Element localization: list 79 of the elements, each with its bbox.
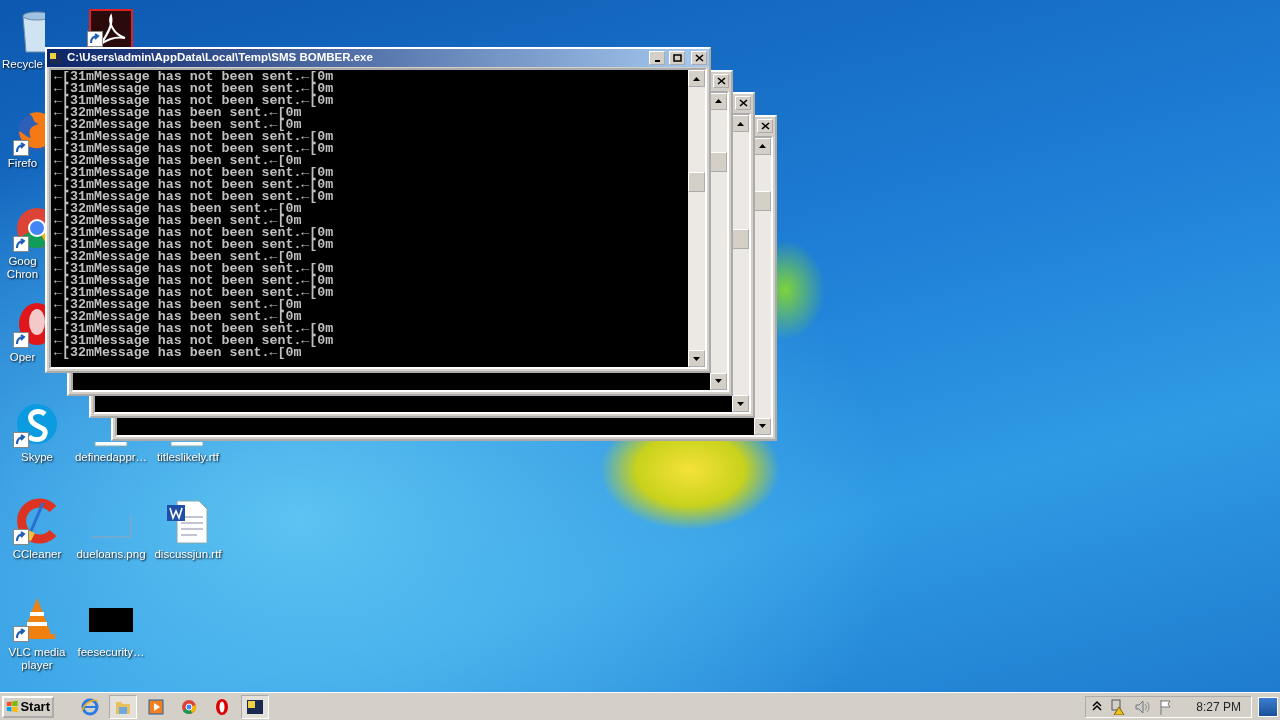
close-button[interactable] — [713, 73, 729, 88]
opera-icon — [213, 697, 231, 716]
icon-label[interactable]: player — [21, 659, 53, 672]
console-line: ←[31mMessage has not been sent.←[0m — [54, 71, 335, 83]
up-arrow-icon — [693, 76, 700, 81]
close-button[interactable] — [691, 51, 707, 65]
clock[interactable]: 8:27 PM — [1196, 697, 1241, 716]
chrome-icon — [180, 697, 198, 716]
windows-flag-icon — [6, 699, 19, 714]
scrollbar[interactable] — [688, 70, 705, 367]
icon-label[interactable]: Chron — [6, 268, 39, 281]
console-line: ←[32mMessage has been sent.←[0m — [54, 299, 302, 311]
icon-label[interactable]: Recycle — [2, 58, 43, 71]
scroll-down-button[interactable] — [710, 372, 727, 390]
console-line: ←[32mMessage has been sent.←[0m — [54, 311, 302, 323]
console-line: ←[31mMessage has not been sent.←[0m — [54, 323, 335, 335]
speaker-icon[interactable] — [1134, 698, 1151, 715]
pdf-document-icon[interactable] — [87, 8, 135, 47]
close-icon — [716, 76, 726, 85]
console-line: ←[32mMessage has been sent.←[0m — [54, 215, 302, 227]
console-app-icon — [49, 51, 63, 65]
maximize-icon — [672, 54, 682, 62]
console-line: ←[31mMessage has not been sent.←[0m — [54, 143, 335, 155]
console-line: ←[32mMessage has been sent.←[0m — [54, 251, 302, 263]
down-arrow-icon — [693, 356, 700, 361]
scroll-down-button[interactable] — [732, 395, 749, 412]
icon-label[interactable]: Goog — [8, 255, 37, 268]
close-icon — [738, 99, 748, 107]
console-app-icon — [246, 697, 264, 716]
icon-label[interactable]: titleslikely.rtf — [157, 451, 219, 464]
minimize-button[interactable] — [649, 51, 665, 65]
play-icon — [147, 697, 165, 716]
icon-label[interactable]: dueloans.png — [76, 548, 146, 561]
console-line: ←[31mMessage has not been sent.←[0m — [54, 227, 335, 239]
console-line: ←[31mMessage has not been sent.←[0m — [54, 131, 335, 143]
scroll-up-button[interactable] — [688, 70, 705, 87]
console-line: ←[32mMessage has been sent.←[0m — [54, 107, 302, 119]
taskbar-button[interactable] — [241, 694, 269, 719]
console-line: ←[31mMessage has not been sent.←[0m — [54, 191, 335, 203]
console-line: ←[31mMessage has not been sent.←[0m — [54, 335, 335, 347]
console-line: ←[32mMessage has been sent.←[0m — [54, 119, 302, 131]
console-line: ←[32mMessage has been sent.←[0m — [54, 203, 302, 215]
up-arrow-icon — [737, 121, 744, 126]
console-line: ←[31mMessage has not been sent.←[0m — [54, 239, 335, 251]
console-line: ←[32mMessage has been sent.←[0m — [54, 347, 302, 359]
console-line: ←[31mMessage has not been sent.←[0m — [54, 83, 335, 95]
up-arrow-icon — [759, 144, 766, 148]
maximize-button[interactable] — [669, 51, 685, 65]
icon-label[interactable]: definedappr… — [74, 451, 148, 464]
window-title: C:\Users\admin\AppData\Local\Temp\SMS BOMBER.exe — [67, 50, 374, 66]
close-button[interactable] — [735, 96, 751, 110]
icon-label[interactable]: discussjun.rtf — [154, 548, 222, 561]
down-arrow-icon — [715, 379, 722, 383]
icon-label[interactable]: Oper — [9, 351, 36, 364]
network-warning-icon[interactable] — [1110, 698, 1127, 715]
show-desktop-button[interactable] — [1258, 696, 1278, 717]
start-button[interactable]: Start — [2, 695, 54, 718]
up-arrow-icon — [715, 99, 722, 103]
console-line: ←[31mMessage has not been sent.←[0m — [54, 275, 335, 287]
browser-e-icon — [81, 697, 99, 716]
console-line: ←[31mMessage has not been sent.←[0m — [54, 167, 335, 179]
close-icon — [760, 121, 770, 130]
console-line: ←[31mMessage has not been sent.←[0m — [54, 95, 335, 107]
console-line: ←[31mMessage has not been sent.←[0m — [54, 287, 335, 299]
down-arrow-icon — [759, 424, 766, 428]
icon-label[interactable]: Firefo — [7, 157, 38, 170]
scroll-down-button[interactable] — [688, 350, 705, 367]
icon-label[interactable]: VLC media — [8, 646, 66, 659]
close-button[interactable] — [757, 118, 773, 133]
console-line: ←[31mMessage has not been sent.←[0m — [54, 263, 335, 275]
close-icon — [694, 54, 704, 62]
icon-label[interactable]: Skype — [21, 451, 53, 464]
console-line: ←[31mMessage has not been sent.←[0m — [54, 179, 335, 191]
scroll-thumb[interactable] — [688, 172, 705, 192]
scroll-down-button[interactable] — [754, 417, 771, 435]
icon-label[interactable]: CCleaner — [12, 548, 62, 561]
down-arrow-icon — [737, 401, 744, 406]
console-line: ←[32mMessage has been sent.←[0m — [54, 155, 302, 167]
icon-label[interactable]: feesecurity… — [77, 646, 145, 659]
